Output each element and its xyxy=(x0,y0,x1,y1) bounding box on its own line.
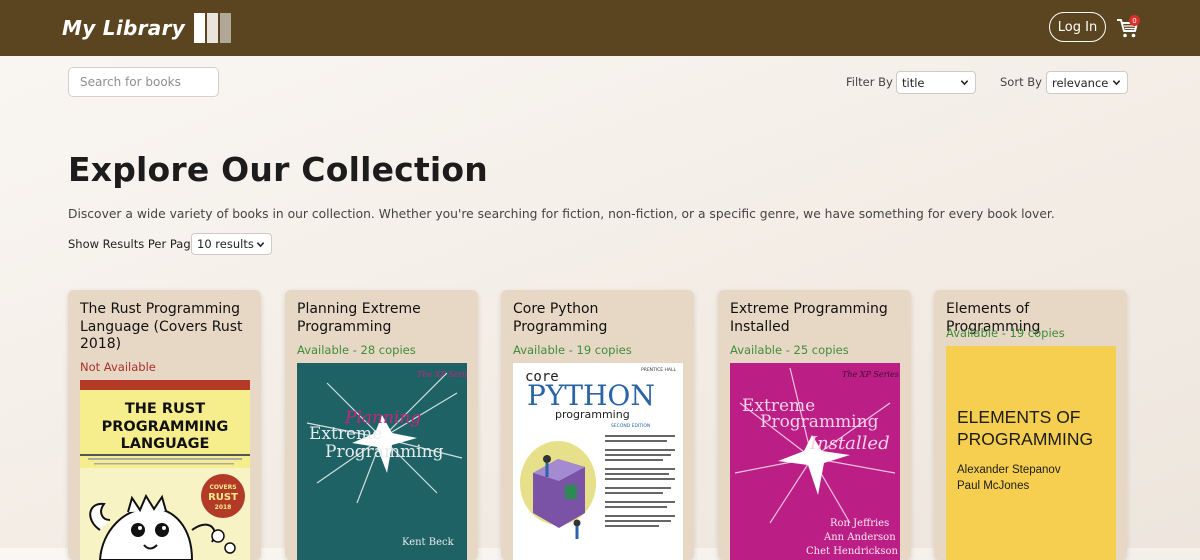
book-cover[interactable]: The XP Series Planning Extreme Programmi… xyxy=(297,363,467,560)
top-navbar: My Library Log In 0 xyxy=(0,0,1200,56)
logo-bar xyxy=(220,13,232,43)
availability-status: Available - 19 copies xyxy=(946,326,1065,340)
svg-text:LANGUAGE: LANGUAGE xyxy=(121,436,210,452)
chevron-down-icon xyxy=(256,242,265,248)
book-card[interactable]: The Rust Programming Language (Covers Ru… xyxy=(68,290,261,560)
availability-status: Available - 25 copies xyxy=(730,343,849,357)
book-title[interactable]: Core Python Programming xyxy=(513,301,683,336)
page-description: Discover a wide variety of books in our … xyxy=(68,207,1055,221)
svg-text:RUST: RUST xyxy=(208,492,238,503)
filter-select[interactable]: title xyxy=(896,71,976,94)
book-card[interactable]: Core Python Programming Available - 19 c… xyxy=(501,290,694,560)
core-python-cover-art: PRENTICE HALL core PYTHON programming SE… xyxy=(513,363,683,560)
availability-status: Available - 19 copies xyxy=(513,343,632,357)
results-per-page-select[interactable]: 10 results xyxy=(191,233,272,255)
sort-select[interactable]: relevance xyxy=(1046,71,1128,94)
svg-text:The XP Series: The XP Series xyxy=(842,370,899,379)
svg-text:SECOND EDITION: SECOND EDITION xyxy=(611,423,650,429)
book-title[interactable]: Extreme Programming Installed xyxy=(730,301,900,336)
book-card[interactable]: Extreme Programming Installed Available … xyxy=(718,290,911,560)
logo-bar xyxy=(194,13,206,43)
svg-text:Paul McJones: Paul McJones xyxy=(957,480,1029,492)
svg-text:Alexander Stepanov: Alexander Stepanov xyxy=(957,464,1061,476)
rust-cover-art: THE RUST PROGRAMMING LANGUAGE COVERS RUS… xyxy=(80,380,250,560)
svg-text:Programming: Programming xyxy=(325,442,444,462)
availability-status: Available - 28 copies xyxy=(297,343,416,357)
filter-select-value: title xyxy=(902,75,925,90)
chevron-down-icon xyxy=(1112,80,1121,86)
svg-text:Extreme: Extreme xyxy=(309,424,382,444)
planning-xp-cover-art: The XP Series Planning Extreme Programmi… xyxy=(297,363,467,560)
brand-name: My Library xyxy=(62,16,186,40)
filter-label: Filter By : xyxy=(846,75,901,89)
svg-text:Programming: Programming xyxy=(760,412,879,432)
cart-count-badge: 0 xyxy=(1129,15,1140,26)
logo-bar xyxy=(207,13,219,43)
book-title[interactable]: The Rust Programming Language (Covers Ru… xyxy=(80,301,250,354)
svg-text:PRENTICE HALL: PRENTICE HALL xyxy=(641,367,677,373)
book-title[interactable]: Planning Extreme Programming xyxy=(297,301,467,336)
svg-text:PROGRAMMING: PROGRAMMING xyxy=(102,419,229,435)
svg-text:ELEMENTS OF: ELEMENTS OF xyxy=(957,407,1081,427)
results-per-page-label: Show Results Per Page: xyxy=(68,237,202,251)
elements-of-programming-cover-art: ELEMENTS OF PROGRAMMING Alexander Stepan… xyxy=(946,346,1116,560)
book-card[interactable]: Elements of Programming Available - 19 c… xyxy=(934,290,1127,560)
svg-text:PROGRAMMING: PROGRAMMING xyxy=(957,429,1093,449)
chevron-down-icon xyxy=(960,80,969,86)
sort-label: Sort By : xyxy=(1000,75,1050,89)
svg-text:THE RUST: THE RUST xyxy=(125,401,205,417)
book-cover[interactable]: ELEMENTS OF PROGRAMMING Alexander Stepan… xyxy=(946,346,1116,560)
xp-installed-cover-art: The XP Series Extreme Programming Instal… xyxy=(730,363,900,560)
svg-text:Kent Beck: Kent Beck xyxy=(402,537,455,548)
page-title: Explore Our Collection xyxy=(68,150,488,189)
svg-text:Installed: Installed xyxy=(809,433,890,454)
book-cover[interactable]: PRENTICE HALL core PYTHON programming SE… xyxy=(513,363,683,560)
brand-logo[interactable]: My Library xyxy=(62,11,233,45)
login-button[interactable]: Log In xyxy=(1049,12,1106,42)
book-card[interactable]: Planning Extreme Programming Available -… xyxy=(285,290,478,560)
search-input[interactable] xyxy=(68,67,219,97)
book-cover[interactable]: THE RUST PROGRAMMING LANGUAGE COVERS RUS… xyxy=(80,380,250,560)
svg-text:Ann Anderson: Ann Anderson xyxy=(823,532,896,543)
book-cover[interactable]: The XP Series Extreme Programming Instal… xyxy=(730,363,900,560)
svg-text:2018: 2018 xyxy=(215,504,232,511)
covers-rust-badge: COVERS RUST 2018 xyxy=(201,474,245,518)
svg-text:COVERS: COVERS xyxy=(209,484,236,491)
sort-select-value: relevance xyxy=(1052,75,1109,90)
books-logo-icon xyxy=(194,13,233,43)
results-per-page-value: 10 results xyxy=(197,237,254,251)
svg-text:programming: programming xyxy=(555,408,630,421)
svg-text:Ron Jeffries: Ron Jeffries xyxy=(830,518,889,529)
availability-status: Not Available xyxy=(80,360,156,374)
